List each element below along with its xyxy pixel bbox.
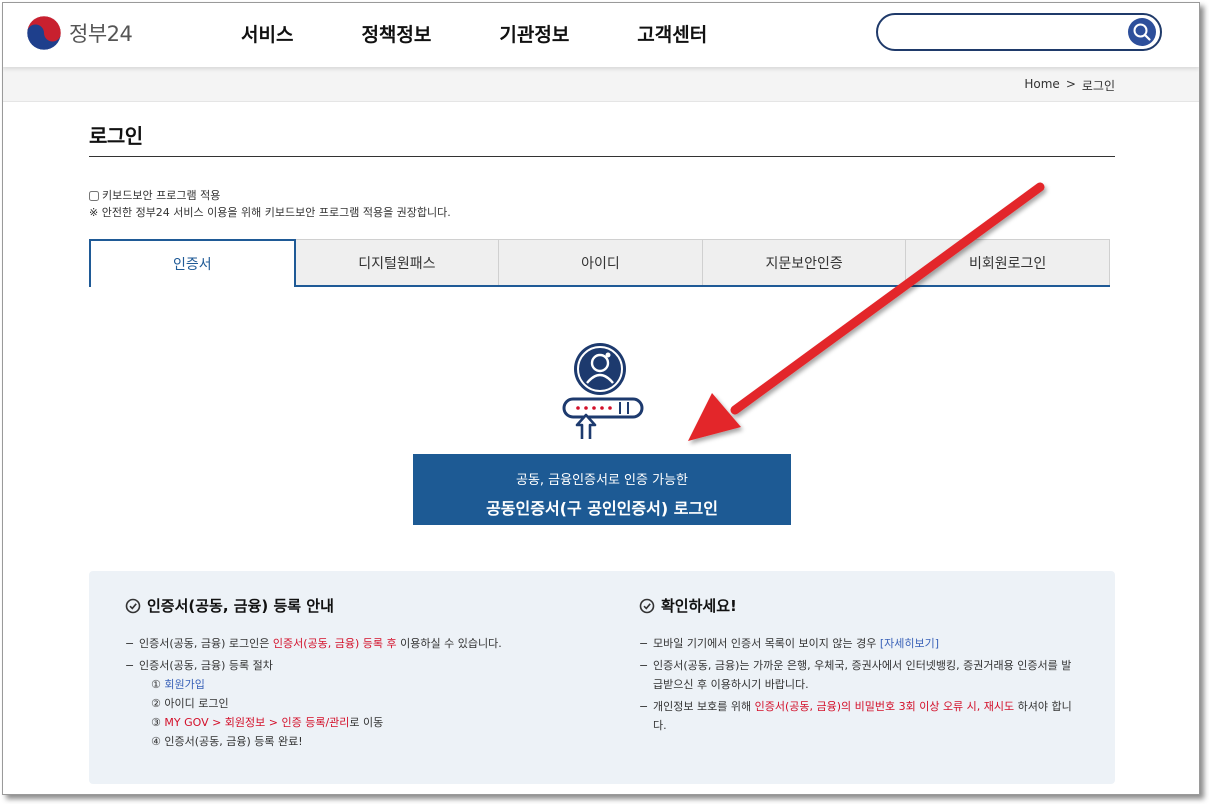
list-text: 인증서(공동, 금융) 로그인은 bbox=[139, 637, 273, 650]
breadcrumb: Home > 로그인 bbox=[1024, 77, 1115, 94]
registration-steps: ① 회원가입 ② 아이디 로그인 ③ MY GOV > 회원정보 > 인증 등록… bbox=[139, 675, 575, 751]
main-nav: 서비스 정책정보 기관정보 고객센터 bbox=[203, 3, 707, 67]
check-circle-icon bbox=[639, 598, 655, 613]
step-item: ④ 인증서(공동, 금융) 등록 완료! bbox=[151, 735, 303, 748]
nav-item-policy[interactable]: 정책정보 bbox=[361, 3, 431, 67]
keyboard-security-option[interactable]: 키보드보안 프로그램 적용 bbox=[89, 187, 451, 204]
list-text: 모바일 기기에서 인증서 목록이 보이지 않는 경우 bbox=[653, 637, 880, 650]
certificate-login-subtitle: 공동, 금융인증서로 인증 가능한 bbox=[515, 473, 688, 488]
list-item: − 인증서(공동, 금융) 로그인은 인증서(공동, 금융) 등록 후 이용하실 … bbox=[125, 637, 502, 650]
search-icon bbox=[1133, 23, 1151, 41]
keyboard-security: 키보드보안 프로그램 적용 ※ 안전한 정부24 서비스 이용을 위해 키보드보… bbox=[89, 187, 451, 221]
breadcrumb-current: 로그인 bbox=[1081, 79, 1115, 93]
list-item: − 개인정보 보호를 위해 인증서(공동, 금융)의 비밀번호 3회 이상 오류 … bbox=[639, 700, 1072, 732]
step-item: ① 회원가입 bbox=[139, 675, 575, 694]
info-right-list: − 모바일 기기에서 인증서 목록이 보이지 않는 경우 [자세히보기] − 인증서… bbox=[639, 634, 1079, 735]
list-text: 개인정보 보호를 위해 bbox=[653, 700, 755, 713]
search-box bbox=[876, 13, 1162, 51]
info-left-list: − 인증서(공동, 금융) 로그인은 인증서(공동, 금융) 등록 후 이용하실 … bbox=[125, 634, 575, 751]
details-link[interactable]: [자세히보기] bbox=[880, 637, 939, 650]
check-circle-icon bbox=[125, 598, 141, 613]
logo[interactable]: 정부24 bbox=[25, 13, 165, 53]
certificate-login-button[interactable]: 공동, 금융인증서로 인증 가능한 공동인증서(구 공인인증서) 로그인 bbox=[413, 454, 791, 525]
keyboard-security-checkbox[interactable] bbox=[89, 190, 99, 201]
logo-text: 정부24 bbox=[69, 22, 133, 46]
step-number: ③ bbox=[151, 716, 161, 729]
title-divider bbox=[89, 156, 1115, 157]
nav-item-support[interactable]: 고객센터 bbox=[637, 3, 707, 67]
list-text: 인증서(공동, 금융)는 가까운 은행, 우체국, 증권사에서 인터넷뱅킹, 증… bbox=[653, 659, 1072, 691]
breadcrumb-separator: > bbox=[1065, 77, 1076, 91]
tab-guest-login[interactable]: 비회원로그인 bbox=[905, 239, 1110, 285]
certificate-login-title: 공동인증서(구 공인인증서) 로그인 bbox=[486, 499, 718, 518]
keyboard-security-notice: ※ 안전한 정부24 서비스 이용을 위해 키보드보안 프로그램 적용을 권장합… bbox=[89, 206, 451, 219]
tab-fingerprint[interactable]: 지문보안인증 bbox=[701, 239, 907, 285]
step-text: 로 이동 bbox=[349, 716, 384, 729]
breadcrumb-home[interactable]: Home bbox=[1024, 77, 1059, 94]
signup-link[interactable]: 회원가입 bbox=[164, 678, 204, 691]
info-right: 확인하세요! − 모바일 기기에서 인증서 목록이 보이지 않는 경우 [자세히보… bbox=[639, 595, 1079, 738]
breadcrumb-bar: Home > 로그인 bbox=[3, 67, 1199, 102]
nav-item-agency[interactable]: 기관정보 bbox=[499, 3, 569, 67]
certificate-user-icon bbox=[562, 343, 644, 439]
info-left-heading: 인증서(공동, 금융) 등록 안내 bbox=[125, 595, 575, 616]
keyboard-security-label: 키보드보안 프로그램 적용 bbox=[102, 189, 221, 202]
login-tabs: 인증서 디지털원패스 아이디 지문보안인증 비회원로그인 bbox=[89, 239, 1110, 287]
list-item: − 인증서(공동, 금융) 등록 절차 ① 회원가입 ② 아이디 로그인 ③ MY… bbox=[125, 656, 575, 751]
browser-frame: 정부24 서비스 정책정보 기관정보 고객센터 Home > 로그인 로그인 키… bbox=[2, 2, 1200, 795]
search-button[interactable] bbox=[1128, 18, 1156, 46]
nav-item-services[interactable]: 서비스 bbox=[241, 3, 293, 67]
step-item: ③ MY GOV > 회원정보 > 인증 등록/관리로 이동 bbox=[139, 713, 575, 732]
search-input[interactable] bbox=[892, 21, 1116, 45]
highlight-text: 인증서(공동, 금융)의 비밀번호 3회 이상 오류 시, 재시도 bbox=[754, 700, 1015, 713]
list-item: − 인증서(공동, 금융)는 가까운 은행, 우체국, 증권사에서 인터넷뱅킹, … bbox=[639, 659, 1072, 691]
step-number: ① bbox=[151, 678, 161, 691]
tab-certificate[interactable]: 인증서 bbox=[89, 239, 296, 287]
page-title: 로그인 bbox=[89, 124, 143, 148]
list-text: 이용하실 수 있습니다. bbox=[396, 637, 502, 650]
site-header: 정부24 서비스 정책정보 기관정보 고객센터 bbox=[3, 3, 1199, 67]
mygov-path: MY GOV > 회원정보 > 인증 등록/관리 bbox=[164, 716, 350, 729]
info-right-heading-text: 확인하세요! bbox=[661, 597, 737, 615]
info-box: 인증서(공동, 금융) 등록 안내 − 인증서(공동, 금융) 로그인은 인증서(… bbox=[89, 571, 1115, 784]
info-left-heading-text: 인증서(공동, 금융) 등록 안내 bbox=[147, 597, 334, 615]
tab-id[interactable]: 아이디 bbox=[498, 239, 703, 285]
government-emblem-icon bbox=[26, 15, 62, 51]
highlight-text: 인증서(공동, 금융) 등록 후 bbox=[272, 637, 397, 650]
info-left: 인증서(공동, 금융) 등록 안내 − 인증서(공동, 금융) 로그인은 인증서(… bbox=[125, 595, 575, 754]
list-text: 인증서(공동, 금융) 등록 절차 bbox=[139, 659, 273, 672]
info-right-heading: 확인하세요! bbox=[639, 595, 1079, 616]
list-item: − 모바일 기기에서 인증서 목록이 보이지 않는 경우 [자세히보기] bbox=[639, 637, 940, 650]
tab-digital-onepass[interactable]: 디지털원패스 bbox=[294, 239, 500, 285]
step-item: ② 아이디 로그인 bbox=[151, 697, 229, 710]
